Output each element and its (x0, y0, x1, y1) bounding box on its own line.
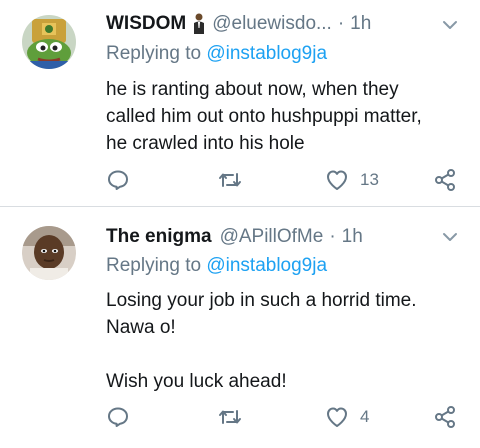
reply-button[interactable] (106, 165, 130, 195)
tweet-text: Losing your job in such a horrid time. N… (106, 287, 471, 395)
tweet-header: WISDOM @eluewisdo... · 1h (106, 10, 371, 38)
share-button[interactable] (433, 165, 457, 195)
reply-icon (108, 407, 128, 427)
like-button[interactable]: 4 (324, 402, 369, 432)
avatar[interactable] (22, 15, 76, 69)
retweet-button[interactable] (217, 165, 243, 195)
tweet-line: called him out onto hushpuppi matter, (106, 106, 422, 127)
user-handle[interactable]: @eluewisdo... (212, 13, 332, 35)
like-button[interactable]: 13 (324, 165, 379, 195)
heart-icon (327, 407, 347, 427)
man-in-suit-emoji-icon (192, 13, 206, 35)
timestamp[interactable]: 1h (350, 13, 371, 35)
timestamp[interactable]: 1h (342, 226, 363, 248)
tweet-line: he crawled into his hole (106, 133, 305, 154)
share-icon (435, 169, 455, 191)
tweet-line: he is ranting about now, when they (106, 79, 399, 100)
retweet-button[interactable] (217, 402, 243, 432)
like-count: 4 (360, 407, 370, 426)
user-handle[interactable]: @APillOfMe (220, 226, 324, 248)
action-bar: 13 (0, 165, 480, 195)
separator-dot: · (337, 13, 345, 34)
tweet-text: he is ranting about now, when they calle… (106, 76, 471, 157)
avatar[interactable] (22, 226, 76, 280)
chevron-down-icon[interactable] (442, 18, 458, 30)
share-icon (435, 406, 455, 428)
like-count: 13 (360, 170, 379, 189)
retweet-icon (219, 410, 241, 424)
reply-button[interactable] (106, 402, 130, 432)
tweet-line: Losing your job in such a horrid time. (106, 290, 417, 311)
retweet-icon (219, 173, 241, 187)
replying-to-label: Replying to (106, 255, 207, 276)
chevron-down-icon[interactable] (442, 230, 458, 242)
display-name[interactable]: WISDOM (106, 13, 186, 35)
share-button[interactable] (433, 402, 457, 432)
replying-to: Replying to @instablog9ja (106, 43, 327, 65)
replying-to-label: Replying to (106, 43, 207, 64)
tweet[interactable]: WISDOM @eluewisdo... · 1h Replying to @i… (0, 0, 480, 206)
replying-to: Replying to @instablog9ja (106, 255, 327, 277)
tweet-line: Wish you luck ahead! (106, 371, 287, 392)
reply-icon (108, 170, 128, 190)
mention-link[interactable]: @instablog9ja (206, 43, 327, 64)
tweet[interactable]: The enigma @APillOfMe · 1h Replying to @… (0, 207, 480, 448)
heart-icon (327, 170, 347, 190)
action-bar: 4 (0, 402, 480, 432)
tweet-header: The enigma @APillOfMe · 1h (106, 223, 363, 251)
tweet-line: Nawa o! (106, 317, 176, 338)
display-name[interactable]: The enigma (106, 226, 212, 248)
separator-dot: · (329, 226, 336, 247)
mention-link[interactable]: @instablog9ja (206, 255, 327, 276)
